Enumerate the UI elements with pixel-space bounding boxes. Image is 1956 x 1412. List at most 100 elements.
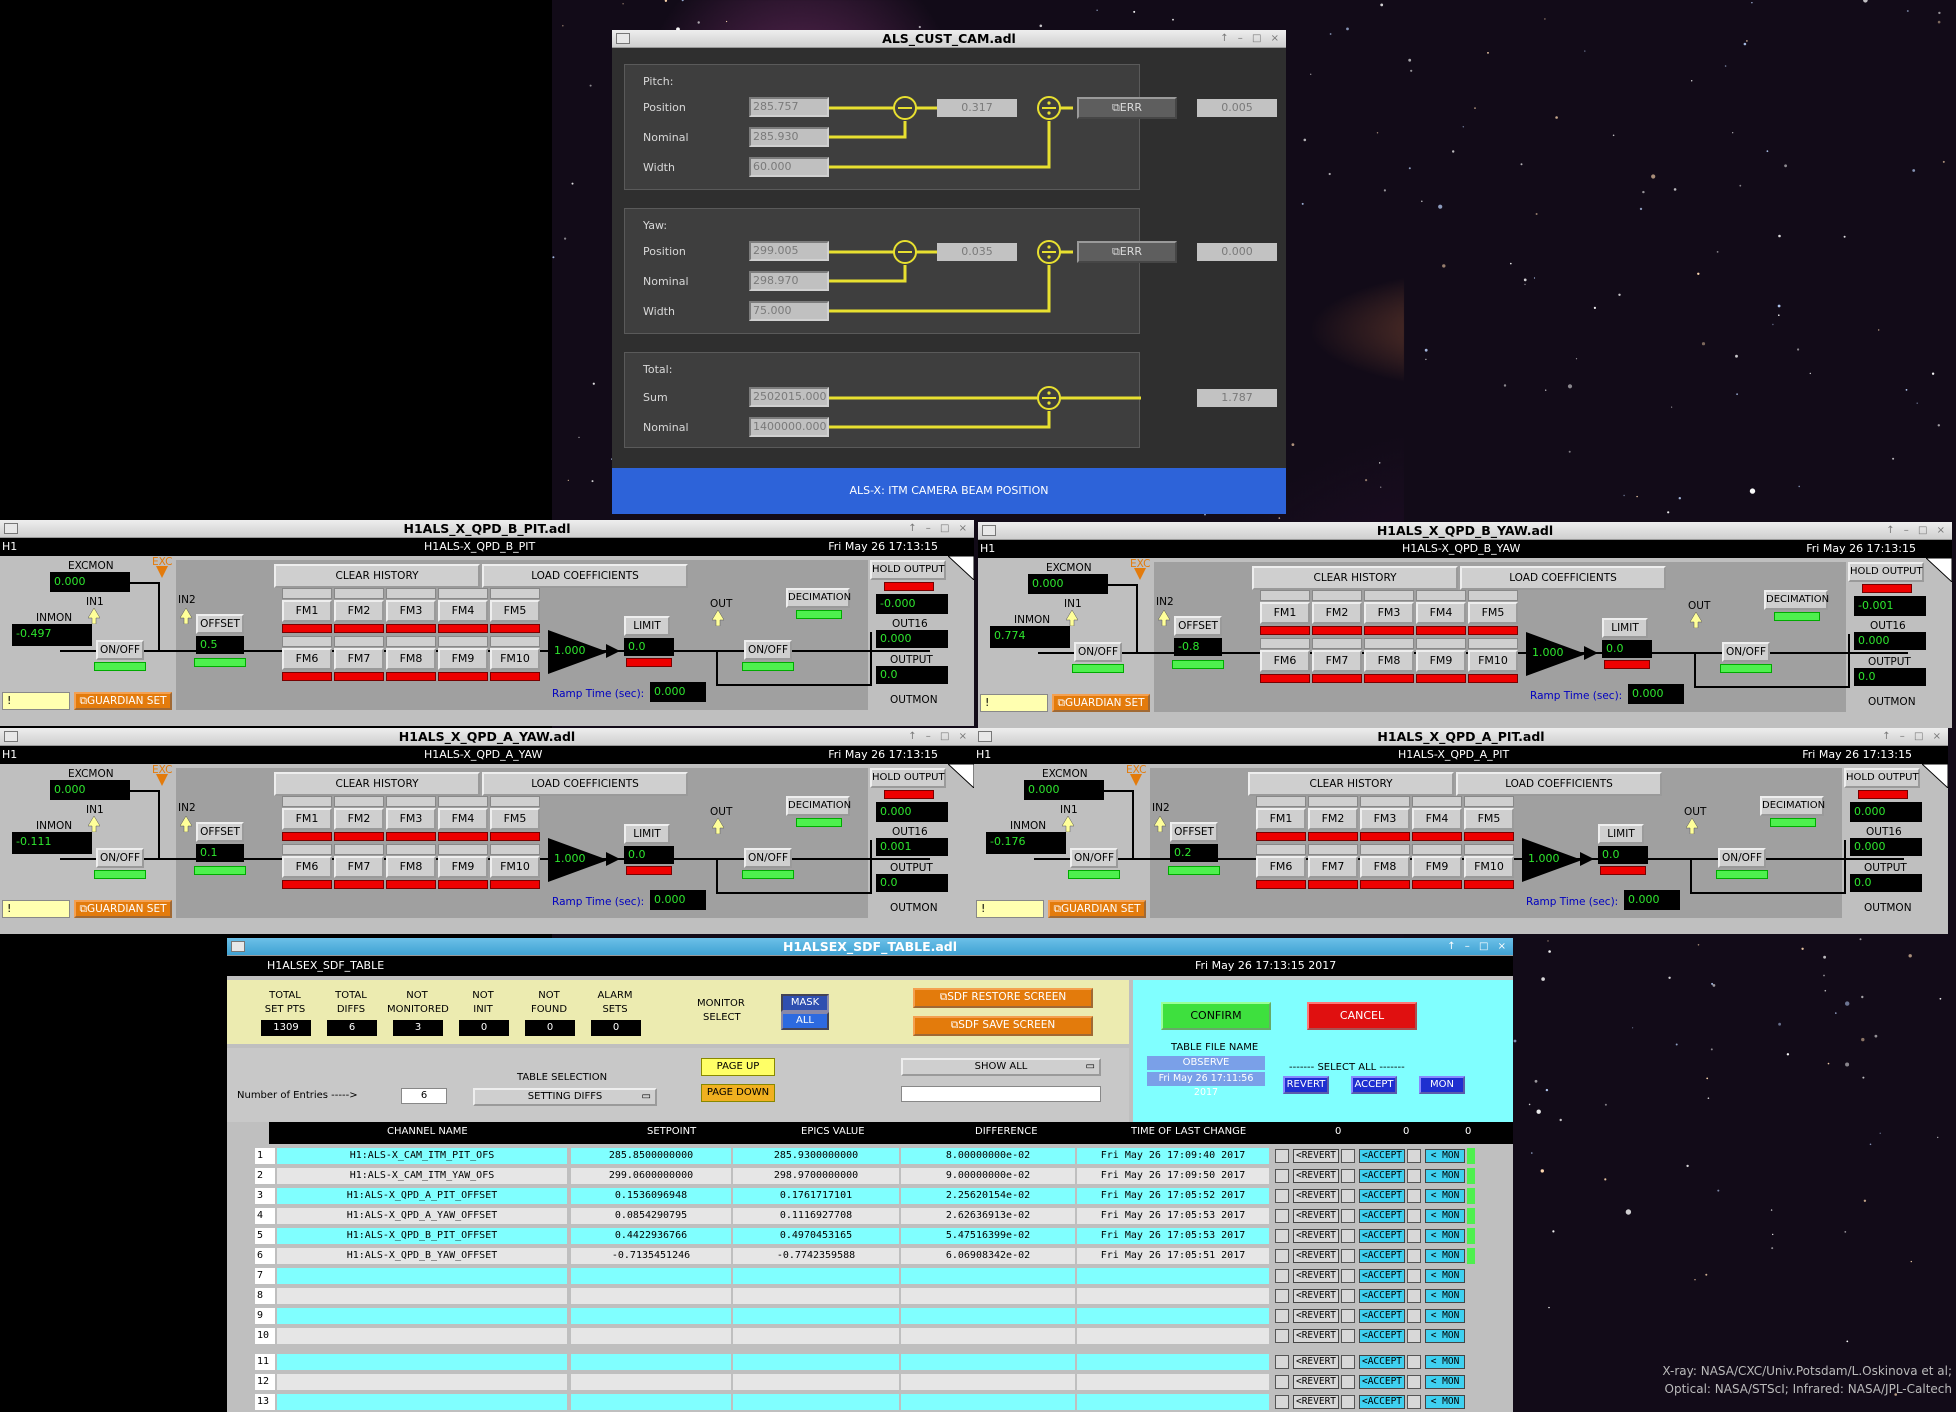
limit-value[interactable]: 0.0 bbox=[624, 638, 674, 656]
fm10-button[interactable]: FM10 bbox=[490, 648, 540, 670]
fm6-button[interactable]: FM6 bbox=[1260, 650, 1310, 672]
clear-history-button[interactable]: CLEAR HISTORY bbox=[1248, 772, 1454, 796]
sdf-save-button[interactable]: ⧉SDF SAVE SCREEN bbox=[913, 1016, 1093, 1036]
load-coefficients-button[interactable]: LOAD COEFFICIENTS bbox=[1456, 772, 1662, 796]
accept-row-button[interactable]: <ACCEPT bbox=[1359, 1375, 1405, 1389]
mon-row-button[interactable]: < MON bbox=[1425, 1189, 1465, 1203]
fm8-button[interactable]: FM8 bbox=[386, 856, 436, 878]
accept-checkbox[interactable] bbox=[1341, 1289, 1355, 1303]
fm10-button[interactable]: FM10 bbox=[1464, 856, 1514, 878]
revert-row-button[interactable]: <REVERT bbox=[1293, 1229, 1339, 1243]
fm7-button[interactable]: FM7 bbox=[1312, 650, 1362, 672]
mon-all-button[interactable]: MON bbox=[1419, 1076, 1465, 1094]
accept-row-button[interactable]: <ACCEPT bbox=[1359, 1309, 1405, 1323]
offset-button[interactable]: OFFSET bbox=[1174, 616, 1222, 636]
fm2-button[interactable]: FM2 bbox=[1308, 808, 1358, 830]
window-menu-icon[interactable] bbox=[982, 525, 996, 536]
revert-checkbox[interactable] bbox=[1275, 1269, 1289, 1283]
accept-row-button[interactable]: <ACCEPT bbox=[1359, 1269, 1405, 1283]
clear-history-button[interactable]: CLEAR HISTORY bbox=[274, 772, 480, 796]
decimation-button[interactable]: DECIMATION bbox=[1760, 796, 1825, 816]
mon-checkbox[interactable] bbox=[1407, 1269, 1421, 1283]
revert-row-button[interactable]: <REVERT bbox=[1293, 1209, 1339, 1223]
accept-checkbox[interactable] bbox=[1341, 1269, 1355, 1283]
revert-checkbox[interactable] bbox=[1275, 1229, 1289, 1243]
all-button[interactable]: ALL bbox=[781, 1012, 829, 1030]
decimation-button[interactable]: DECIMATION bbox=[786, 588, 851, 608]
accept-checkbox[interactable] bbox=[1341, 1309, 1355, 1323]
accept-row-button[interactable]: <ACCEPT bbox=[1359, 1229, 1405, 1243]
entries-field[interactable]: 6 bbox=[401, 1088, 447, 1104]
revert-row-button[interactable]: <REVERT bbox=[1293, 1395, 1339, 1409]
offset-button[interactable]: OFFSET bbox=[196, 614, 244, 634]
revert-all-button[interactable]: REVERT bbox=[1283, 1076, 1329, 1094]
mon-checkbox[interactable] bbox=[1407, 1289, 1421, 1303]
load-coefficients-button[interactable]: LOAD COEFFICIENTS bbox=[482, 564, 688, 588]
cam-title-bar[interactable]: ALS_CUST_CAM.adl ↑ – □ × bbox=[612, 30, 1286, 48]
limit-value[interactable]: 0.0 bbox=[1598, 846, 1648, 864]
input-onoff-button[interactable]: ON/OFF bbox=[1070, 848, 1118, 868]
revert-checkbox[interactable] bbox=[1275, 1149, 1289, 1163]
window-controls-icon[interactable]: ↑ – □ × bbox=[1447, 938, 1509, 956]
limit-value[interactable]: 0.0 bbox=[624, 846, 674, 864]
page-down-button[interactable]: PAGE DOWN bbox=[701, 1084, 775, 1102]
input-onoff-button[interactable]: ON/OFF bbox=[96, 848, 144, 868]
fm2-button[interactable]: FM2 bbox=[1312, 602, 1362, 624]
mon-checkbox[interactable] bbox=[1407, 1329, 1421, 1343]
revert-checkbox[interactable] bbox=[1275, 1355, 1289, 1369]
accept-checkbox[interactable] bbox=[1341, 1249, 1355, 1263]
guardian-set-button[interactable]: ⧉GUARDIAN SET bbox=[74, 692, 172, 710]
pitch-err-button[interactable]: ⧉ERR bbox=[1077, 97, 1177, 119]
output-onoff-button[interactable]: ON/OFF bbox=[744, 640, 792, 660]
mon-checkbox[interactable] bbox=[1407, 1395, 1421, 1409]
fm3-button[interactable]: FM3 bbox=[386, 808, 436, 830]
accept-checkbox[interactable] bbox=[1341, 1355, 1355, 1369]
accept-row-button[interactable]: <ACCEPT bbox=[1359, 1189, 1405, 1203]
mon-checkbox[interactable] bbox=[1407, 1209, 1421, 1223]
mon-checkbox[interactable] bbox=[1407, 1169, 1421, 1183]
fm4-button[interactable]: FM4 bbox=[1416, 602, 1466, 624]
accept-row-button[interactable]: <ACCEPT bbox=[1359, 1169, 1405, 1183]
mon-row-button[interactable]: < MON bbox=[1425, 1249, 1465, 1263]
fm9-button[interactable]: FM9 bbox=[438, 856, 488, 878]
sdf-title-bar[interactable]: H1ALSEX_SDF_TABLE.adl ↑ – □ × bbox=[227, 938, 1513, 956]
offset-value[interactable]: 0.5 bbox=[196, 636, 244, 654]
mon-checkbox[interactable] bbox=[1407, 1229, 1421, 1243]
fm2-button[interactable]: FM2 bbox=[334, 600, 384, 622]
limit-value[interactable]: 0.0 bbox=[1602, 640, 1652, 658]
fm-title-bar[interactable]: H1ALS_X_QPD_B_YAW.adl ↑ – □ × bbox=[978, 522, 1952, 540]
fm3-button[interactable]: FM3 bbox=[1364, 602, 1414, 624]
fm-title-bar[interactable]: H1ALS_X_QPD_A_YAW.adl ↑ – □ × bbox=[0, 728, 974, 746]
fm-title-bar[interactable]: H1ALS_X_QPD_B_PIT.adl ↑ – □ × bbox=[0, 520, 974, 538]
mon-row-button[interactable]: < MON bbox=[1425, 1375, 1465, 1389]
fm7-button[interactable]: FM7 bbox=[334, 648, 384, 670]
mon-checkbox[interactable] bbox=[1407, 1189, 1421, 1203]
accept-row-button[interactable]: <ACCEPT bbox=[1359, 1209, 1405, 1223]
guardian-set-button[interactable]: ⧉GUARDIAN SET bbox=[74, 900, 172, 918]
fm1-button[interactable]: FM1 bbox=[1256, 808, 1306, 830]
mon-row-button[interactable]: < MON bbox=[1425, 1355, 1465, 1369]
revert-checkbox[interactable] bbox=[1275, 1395, 1289, 1409]
fm6-button[interactable]: FM6 bbox=[282, 856, 332, 878]
hold-output-button[interactable]: HOLD OUTPUT bbox=[1844, 768, 1920, 788]
mon-checkbox[interactable] bbox=[1407, 1375, 1421, 1389]
offset-button[interactable]: OFFSET bbox=[1170, 822, 1218, 842]
fm4-button[interactable]: FM4 bbox=[438, 600, 488, 622]
limit-button[interactable]: LIMIT bbox=[1598, 824, 1644, 844]
mask-button[interactable]: MASK bbox=[781, 994, 829, 1012]
mon-row-button[interactable]: < MON bbox=[1425, 1395, 1465, 1409]
accept-checkbox[interactable] bbox=[1341, 1209, 1355, 1223]
input-onoff-button[interactable]: ON/OFF bbox=[1074, 642, 1122, 662]
window-menu-icon[interactable] bbox=[231, 941, 245, 952]
output-onoff-button[interactable]: ON/OFF bbox=[744, 848, 792, 868]
fm5-button[interactable]: FM5 bbox=[490, 808, 540, 830]
accept-checkbox[interactable] bbox=[1341, 1329, 1355, 1343]
revert-row-button[interactable]: <REVERT bbox=[1293, 1355, 1339, 1369]
fm8-button[interactable]: FM8 bbox=[386, 648, 436, 670]
fm9-button[interactable]: FM9 bbox=[1416, 650, 1466, 672]
offset-value[interactable]: -0.8 bbox=[1174, 638, 1222, 656]
fm7-button[interactable]: FM7 bbox=[1308, 856, 1358, 878]
fm1-button[interactable]: FM1 bbox=[282, 808, 332, 830]
revert-checkbox[interactable] bbox=[1275, 1289, 1289, 1303]
window-controls-icon[interactable]: ↑ – □ × bbox=[1220, 30, 1282, 48]
